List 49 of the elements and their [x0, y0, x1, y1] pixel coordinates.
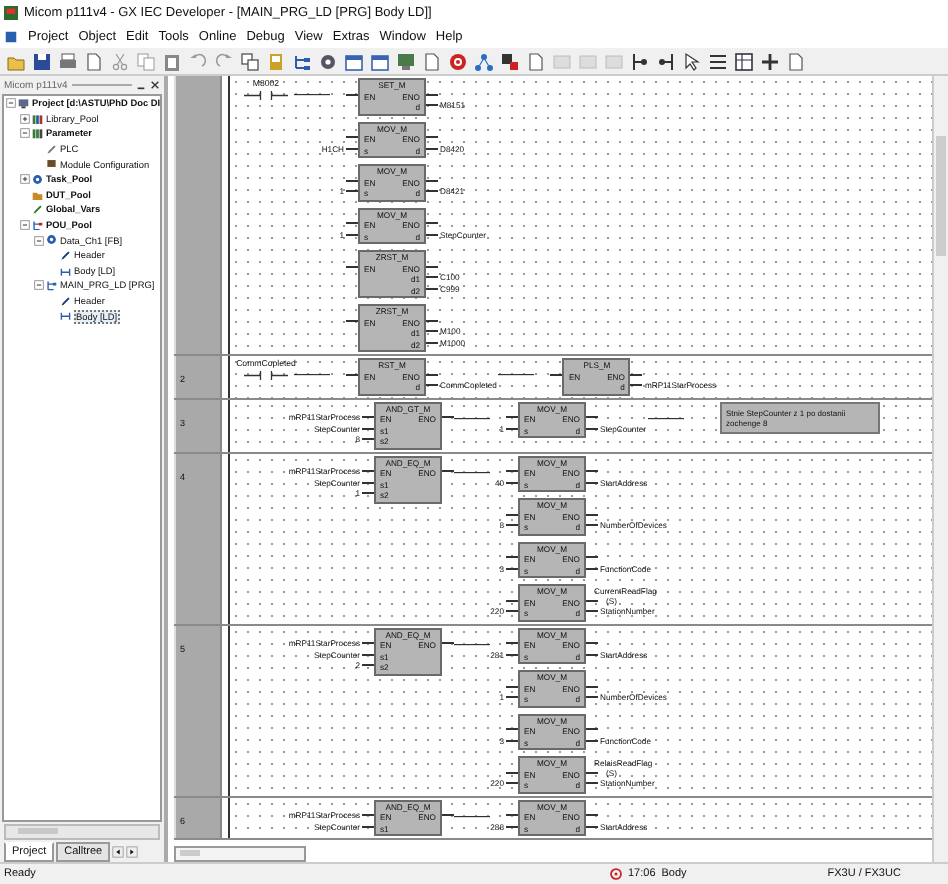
collapse-toggle[interactable]	[34, 235, 44, 246]
horizontal-scrollbar[interactable]	[174, 846, 306, 862]
collapse-toggle[interactable]	[34, 280, 44, 291]
monitor-icon	[18, 98, 29, 110]
pencil-icon	[46, 143, 57, 155]
right-arrow-icon[interactable]	[126, 846, 139, 858]
ladder-icon	[60, 265, 71, 277]
list-icon[interactable]	[708, 51, 728, 71]
network-gutter[interactable]	[174, 76, 222, 354]
target-icon[interactable]	[448, 51, 468, 71]
expand-toggle[interactable]	[20, 113, 30, 124]
table-icon[interactable]	[734, 51, 754, 71]
window-icon[interactable]	[344, 51, 364, 71]
app-icon	[4, 5, 18, 19]
tree-icon	[32, 219, 43, 231]
collapse-toggle[interactable]	[20, 220, 30, 231]
network-icon[interactable]	[474, 51, 494, 71]
save-icon[interactable]	[32, 51, 52, 71]
clipboard-icon[interactable]	[162, 51, 182, 71]
books-icon	[32, 113, 43, 125]
contact-symbol[interactable]	[242, 369, 290, 380]
expand-toggle[interactable]	[20, 174, 30, 185]
contact-symbol[interactable]	[242, 89, 290, 100]
cursor-icon[interactable]	[682, 51, 702, 71]
tree-icon[interactable]	[292, 51, 312, 71]
pencil-icon	[60, 249, 71, 261]
close-icon[interactable]	[150, 80, 160, 90]
blocks-icon[interactable]	[500, 51, 520, 71]
window-icon[interactable]	[370, 51, 390, 71]
folder-icon	[32, 189, 43, 201]
ladder-icon	[60, 310, 71, 322]
collapse-toggle[interactable]	[6, 98, 16, 109]
target-icon	[610, 868, 622, 880]
undo-icon[interactable]	[188, 51, 208, 71]
collapse-toggle[interactable]	[20, 128, 30, 139]
left-arrow-icon[interactable]	[112, 846, 125, 858]
chip-icon	[46, 158, 57, 170]
tree-icon	[46, 280, 57, 292]
redo-icon[interactable]	[214, 51, 234, 71]
vertical-scrollbar[interactable]	[932, 76, 948, 862]
pencil-icon	[32, 204, 43, 216]
horizontal-scrollbar[interactable]	[4, 824, 160, 840]
windows-icon[interactable]	[240, 51, 260, 71]
books-icon	[32, 128, 43, 140]
scissors-icon[interactable]	[110, 51, 130, 71]
print-icon[interactable]	[58, 51, 78, 71]
pencil-icon	[60, 295, 71, 307]
document-icon[interactable]	[4, 29, 18, 43]
monitor-icon[interactable]	[396, 51, 416, 71]
